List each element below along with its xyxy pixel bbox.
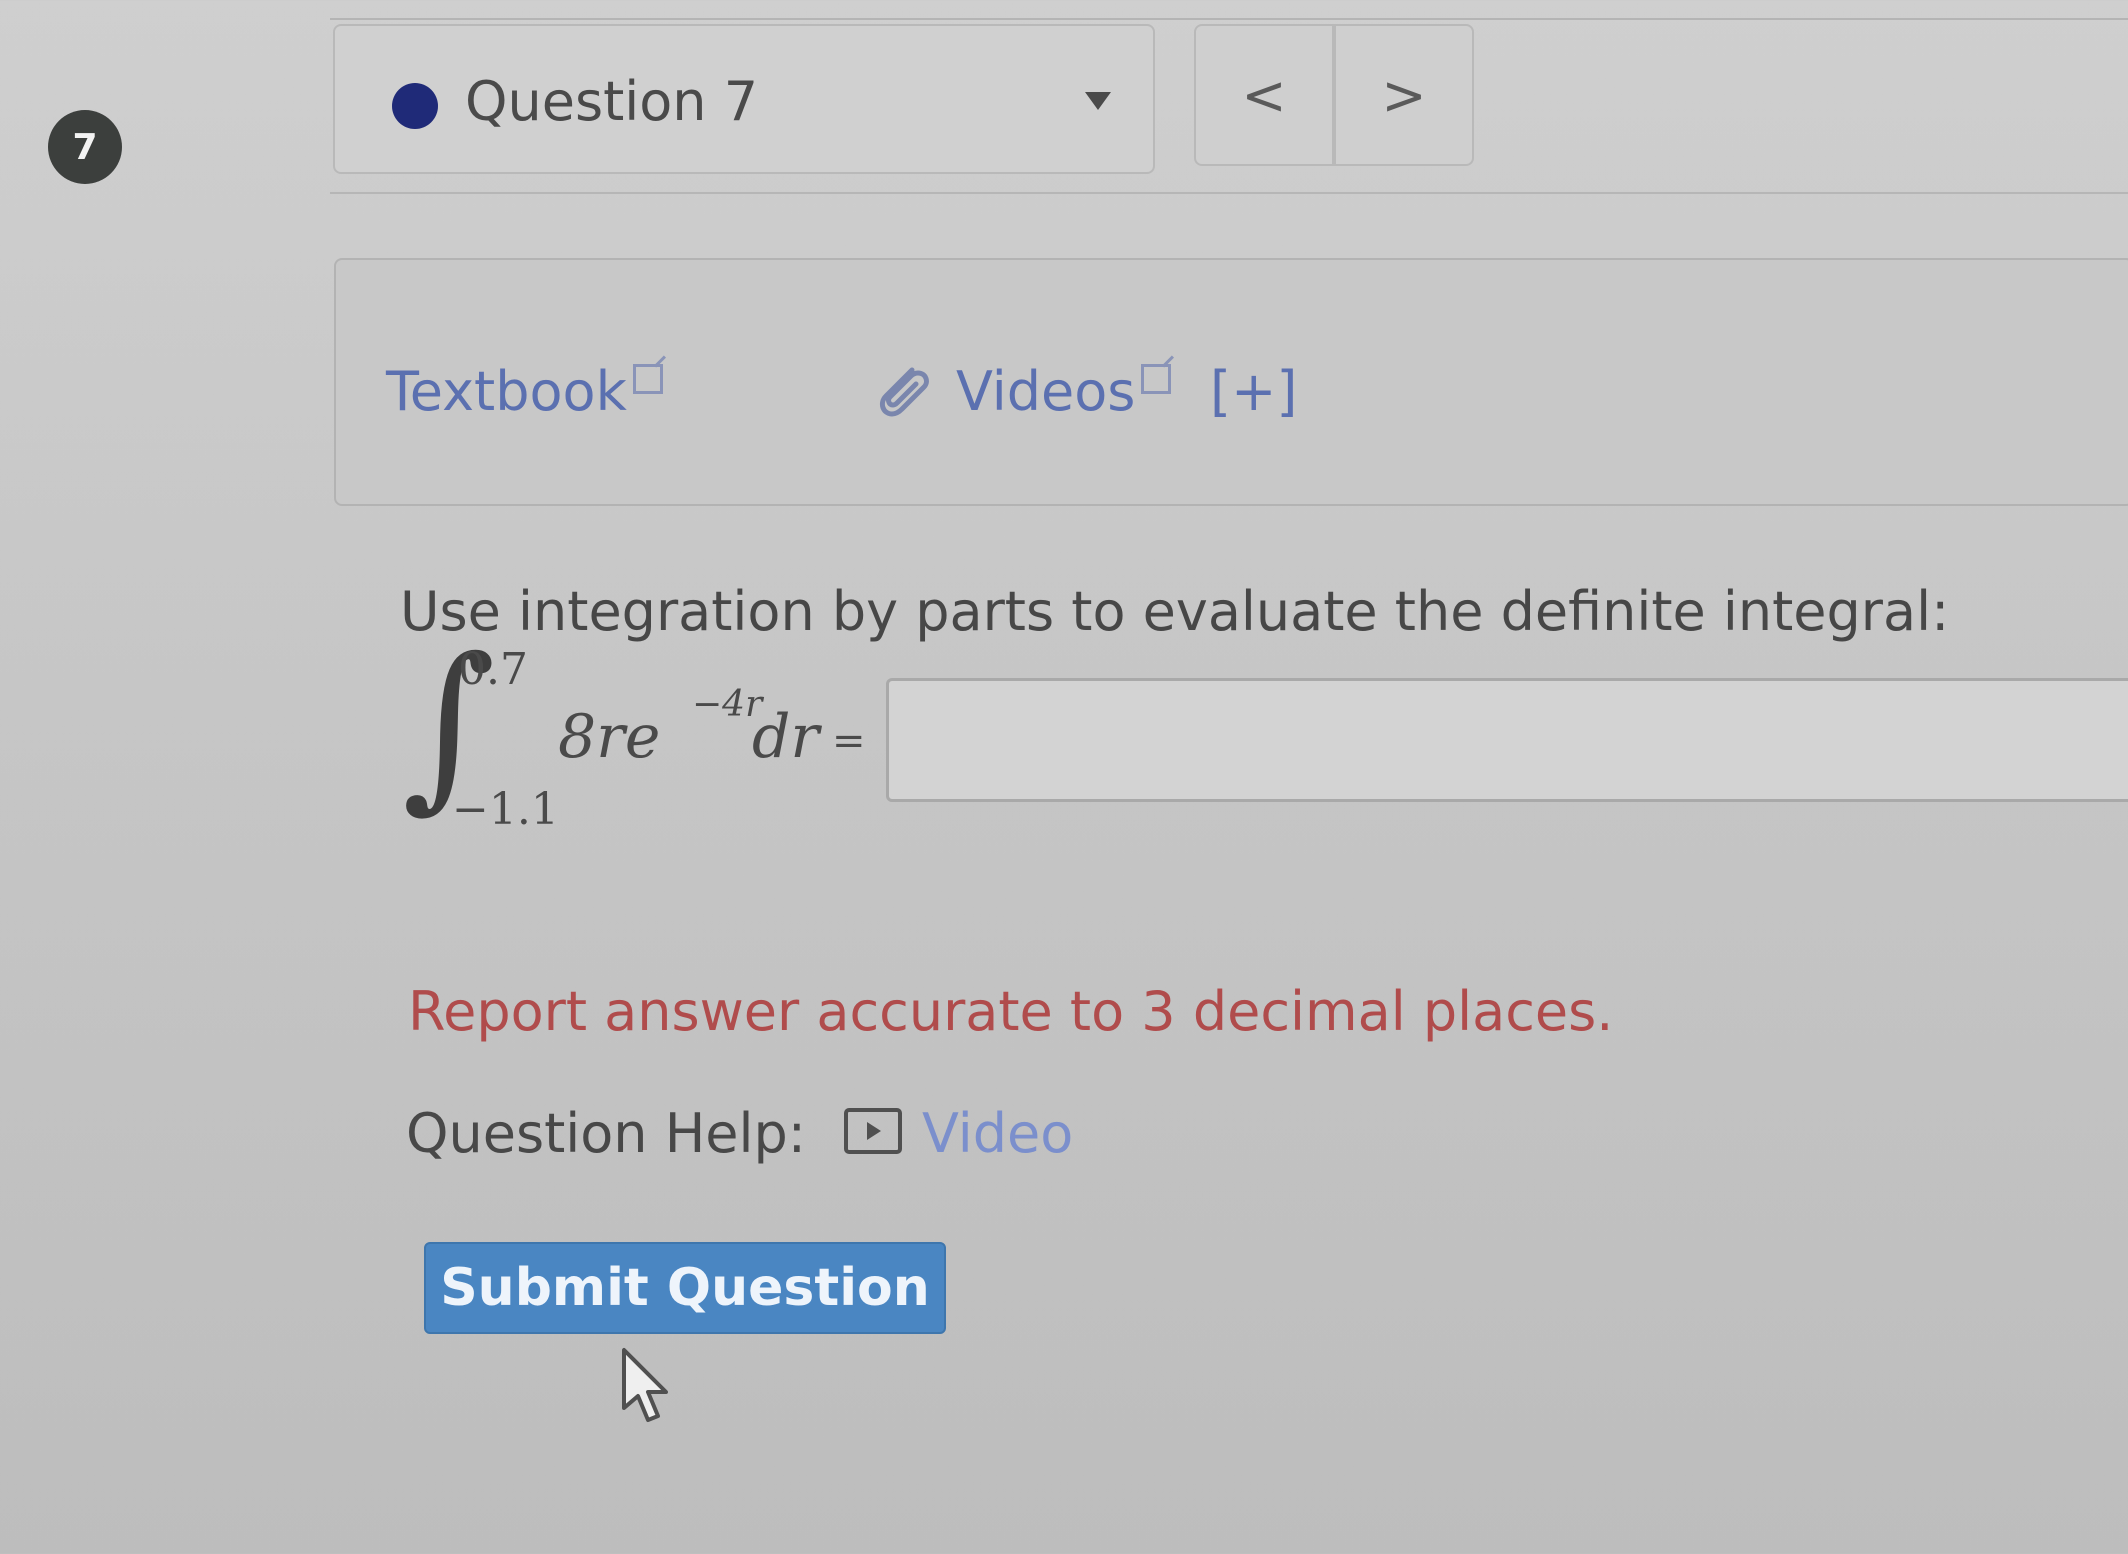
previous-question-button[interactable]: < [1194, 24, 1334, 166]
mouse-cursor-icon [622, 1348, 668, 1422]
textbook-link[interactable]: Textbook [386, 360, 663, 423]
caret-down-icon [1085, 92, 1111, 110]
integral-lower-limit: −1.1 [452, 784, 559, 835]
next-question-button[interactable]: > [1334, 24, 1474, 166]
question-status-dot [392, 83, 438, 129]
resource-links-panel: Textbook Videos [+] [334, 258, 2128, 506]
top-divider [330, 18, 2128, 20]
integral-differential: dr [752, 702, 820, 772]
question-prompt: Use integration by parts to evaluate the… [400, 580, 1950, 643]
question-selector-dropdown[interactable]: Question 7 [333, 24, 1155, 174]
textbook-link-label: Textbook [386, 360, 627, 423]
equals-sign: = [832, 718, 866, 764]
expand-resources-toggle[interactable]: [+] [1210, 360, 1297, 423]
external-link-icon [632, 364, 663, 394]
help-video-link[interactable]: Video [922, 1102, 1073, 1165]
videos-link-label: Videos [956, 360, 1136, 423]
question-selector-label: Question 7 [465, 70, 759, 133]
external-link-icon [1141, 364, 1172, 394]
answer-input[interactable] [886, 678, 2128, 802]
accuracy-instruction: Report answer accurate to 3 decimal plac… [408, 980, 1614, 1043]
question-help-label: Question Help: [406, 1102, 806, 1165]
videos-link[interactable]: Videos [956, 360, 1172, 423]
integral-expression: ∫ 0.7 −1.1 8re −4r dr = [400, 620, 880, 840]
paperclip-icon [879, 367, 929, 417]
integral-upper-limit: 0.7 [458, 644, 528, 695]
video-play-icon[interactable] [844, 1108, 902, 1154]
section-divider [330, 192, 2128, 194]
submit-question-button[interactable]: Submit Question [424, 1242, 946, 1334]
integrand: 8re [558, 702, 661, 772]
question-number-badge: 7 [48, 110, 122, 184]
